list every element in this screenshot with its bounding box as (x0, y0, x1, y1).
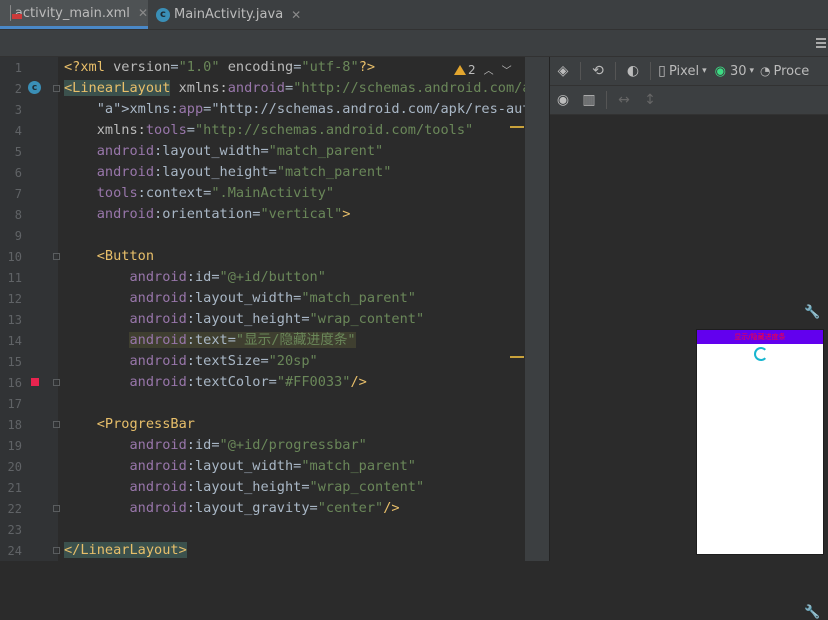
line-number: 14 (7, 334, 22, 348)
code-line-1: <?xml version="1.0" encoding="utf-8"?> (64, 59, 376, 75)
line-number: 18 (7, 418, 22, 432)
tab-label: activity_main.xml (14, 5, 130, 21)
code-line-14: android:text="显示/隐藏进度条" (129, 332, 356, 348)
eye-icon[interactable]: ◉ (550, 88, 576, 112)
code-line-12: android:layout_width="match_parent" (129, 290, 416, 306)
orientation-icon[interactable]: ⟲ (585, 59, 611, 83)
warning-count: 2 (468, 62, 476, 77)
code-line-10: <Button (96, 248, 155, 264)
warning-marker[interactable] (510, 126, 524, 128)
color-swatch-icon[interactable] (31, 378, 39, 386)
line-number: 2 (14, 82, 22, 96)
editor-tab-bar: activity_main.xml ✕ c MainActivity.java … (0, 0, 828, 30)
night-mode-icon[interactable]: ◐ (620, 59, 646, 83)
tab-label: MainActivity.java (174, 7, 284, 22)
line-number: 20 (7, 460, 22, 474)
code-line-11: android:id="@+id/button" (129, 269, 326, 285)
code-line-5: android:layout_width="match_parent" (96, 143, 384, 159)
editor-sub-toolbar (0, 30, 828, 57)
java-class-icon: c (156, 7, 170, 22)
close-icon[interactable]: ✕ (291, 8, 301, 22)
line-number: 23 (7, 523, 22, 537)
chevron-down-icon[interactable]: ▾ (750, 66, 755, 76)
device-selector[interactable]: Pixel (669, 64, 699, 79)
line-number: 13 (7, 313, 22, 327)
design-preview-panel: ◈ ⟲ ◐ ▯ Pixel ▾ ◉ 30 ▾ ◔ Proce ◉ ▥ ↔ ↕ 🔧… (549, 57, 828, 620)
code-line-21: android:layout_height="wrap_content" (129, 479, 425, 495)
fold-icon[interactable] (53, 85, 60, 92)
code-editor[interactable]: <?xml version="1.0" encoding="utf-8"?> <… (58, 57, 525, 561)
line-number: 10 (7, 250, 22, 264)
line-number: 21 (7, 481, 22, 495)
line-number: 7 (14, 187, 22, 201)
code-line-4: xmlns:tools="http://schemas.android.com/… (96, 122, 474, 138)
layout-canvas[interactable]: 🔧 显示/隐藏进度条 🔧 (550, 115, 828, 620)
close-icon[interactable]: ✕ (138, 6, 148, 20)
line-number: 16 (7, 376, 22, 390)
xml-file-icon (10, 5, 22, 21)
tab-mainactivity-java[interactable]: c MainActivity.java ✕ (148, 0, 306, 29)
fold-icon[interactable] (53, 253, 60, 260)
line-number: 11 (7, 271, 22, 285)
chevron-down-icon[interactable]: ▾ (702, 66, 707, 76)
chevron-up-icon[interactable]: ︿ (484, 62, 494, 77)
code-line-3: "a">xmlns:app="http://schemas.android.co… (96, 101, 525, 117)
blueprint-icon[interactable]: ▥ (576, 88, 602, 112)
warning-icon (454, 64, 466, 75)
design-toolbar: ◈ ⟲ ◐ ▯ Pixel ▾ ◉ 30 ▾ ◔ Proce (550, 57, 828, 86)
line-number: 4 (14, 124, 22, 138)
line-number: 3 (14, 103, 22, 117)
wrench-icon[interactable]: 🔧 (804, 305, 820, 320)
code-line-19: android:id="@+id/progressbar" (129, 437, 367, 453)
code-line-7: tools:context=".MainActivity" (96, 185, 335, 201)
line-number: 19 (7, 439, 22, 453)
horizontal-resize-icon[interactable]: ↔ (611, 88, 637, 112)
code-line-13: android:layout_height="wrap_content" (129, 311, 425, 327)
code-line-15: android:textSize="20sp" (129, 353, 318, 369)
theme-icon: ◔ (760, 64, 771, 78)
line-number: 8 (14, 208, 22, 222)
line-number: 24 (7, 544, 22, 558)
code-line-6: android:layout_height="match_parent" (96, 164, 392, 180)
inspection-widget[interactable]: 2 ︿ ﹀ (454, 62, 512, 77)
layers-icon[interactable]: ◈ (550, 59, 576, 83)
device-icon: ▯ (658, 63, 666, 79)
warning-marker[interactable] (510, 356, 524, 358)
code-line-24: </LinearLayout> (64, 542, 187, 558)
theme-selector[interactable]: Proce (774, 64, 810, 79)
android-icon: ◉ (714, 63, 726, 79)
editor-scrollbar[interactable] (525, 57, 549, 561)
line-number: 17 (7, 397, 22, 411)
design-sub-toolbar: ◉ ▥ ↔ ↕ (550, 86, 828, 115)
line-number: 9 (14, 229, 22, 243)
tab-activity-main-xml[interactable]: activity_main.xml ✕ (0, 0, 148, 29)
fold-icon[interactable] (53, 379, 60, 386)
code-line-16: android:textColor="#FF0033"/> (129, 374, 367, 390)
fold-icon[interactable] (53, 547, 60, 554)
code-line-20: android:layout_width="match_parent" (129, 458, 416, 474)
line-number: 12 (7, 292, 22, 306)
code-line-8: android:orientation="vertical"> (96, 206, 351, 222)
code-line-18: <ProgressBar (96, 416, 195, 432)
line-number: 6 (14, 166, 22, 180)
chevron-down-icon[interactable]: ﹀ (502, 62, 512, 77)
line-number: 1 (14, 61, 22, 75)
vertical-resize-icon[interactable]: ↕ (637, 88, 663, 112)
class-reference-icon[interactable]: c (28, 81, 41, 94)
line-number: 15 (7, 355, 22, 369)
wrench-icon[interactable]: 🔧 (804, 605, 820, 620)
fold-icon[interactable] (53, 421, 60, 428)
phone-preview[interactable]: 显示/隐藏进度条 (696, 329, 824, 555)
api-level-selector[interactable]: 30 (730, 64, 747, 79)
code-line-22: android:layout_gravity="center"/> (129, 500, 400, 516)
code-line-2: <LinearLayout xmlns:android="http://sche… (64, 80, 525, 96)
line-number: 22 (7, 502, 22, 516)
preview-button[interactable]: 显示/隐藏进度条 (697, 332, 823, 342)
menu-icon[interactable] (816, 38, 826, 48)
line-number: 5 (14, 145, 22, 159)
progress-spinner (754, 347, 768, 361)
fold-icon[interactable] (53, 505, 60, 512)
